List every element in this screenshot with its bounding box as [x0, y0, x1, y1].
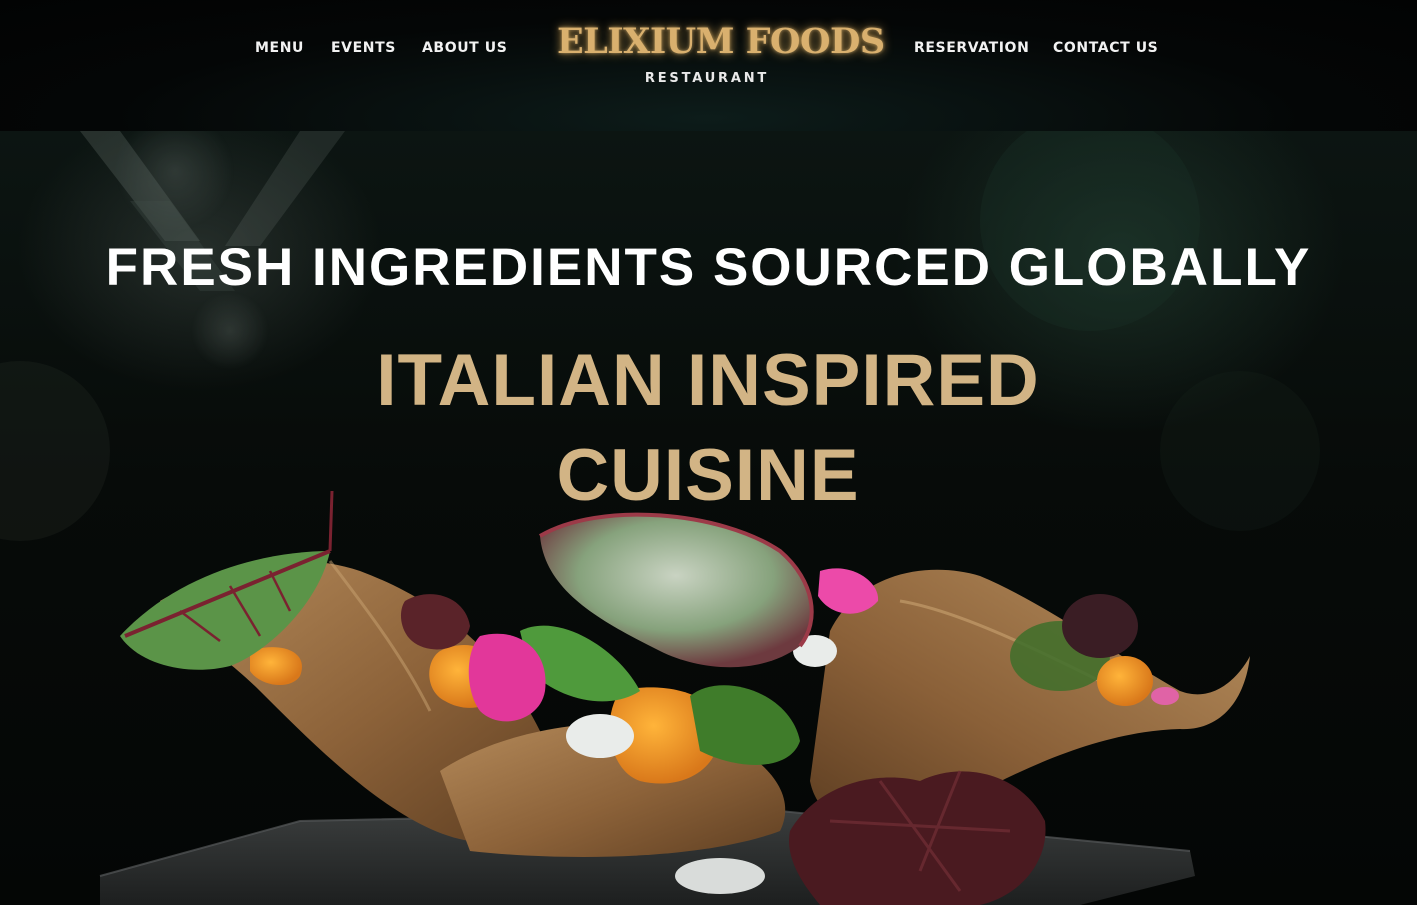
hero-title-line1: ITALIAN INSPIRED	[376, 340, 1040, 421]
nav-menu[interactable]: MENU	[255, 40, 304, 56]
nav-about-us[interactable]: ABOUT US	[422, 40, 507, 56]
hero-title-line2: CUISINE	[556, 435, 860, 516]
brand-logo[interactable]: ELIXIUM FOODS	[557, 22, 885, 62]
hero-section: FRESH INGREDIENTS SOURCED GLOBALLY ITALI…	[0, 131, 1417, 905]
hero-title: ITALIAN INSPIRED CUISINE	[258, 333, 1158, 523]
hero-headline: FRESH INGREDIENTS SOURCED GLOBALLY	[105, 238, 1312, 297]
brand-tagline: RESTAURANT	[644, 71, 770, 86]
nav-contact-us[interactable]: CONTACT US	[1053, 40, 1158, 56]
nav-events[interactable]: EVENTS	[331, 40, 396, 56]
nav-reservation[interactable]: RESERVATION	[914, 40, 1029, 56]
site-header: MENU EVENTS ABOUT US RESERVATION CONTACT…	[0, 0, 1417, 131]
